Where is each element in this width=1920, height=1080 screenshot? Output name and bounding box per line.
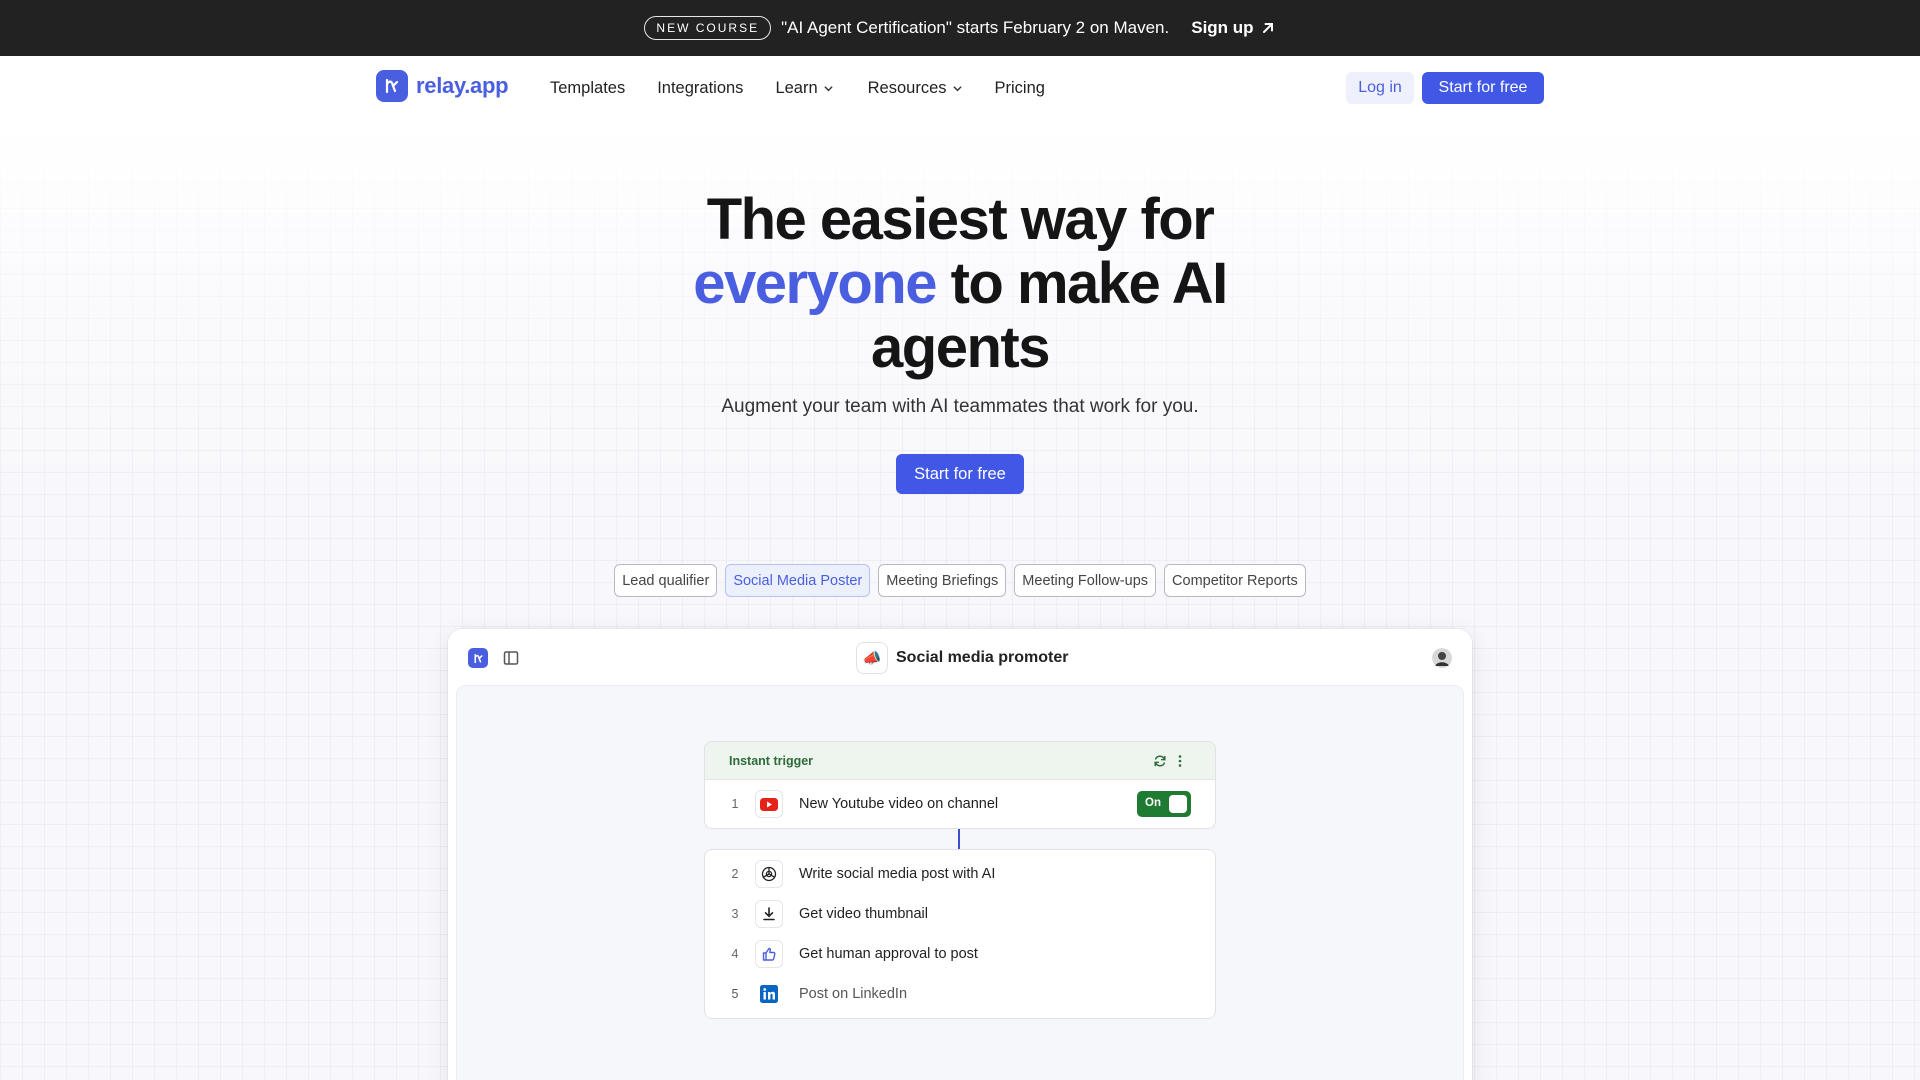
headline-line-2: everyone to make AI [560, 252, 1360, 316]
nav-resources-label: Resources [867, 78, 947, 97]
relay-logo-icon [376, 70, 408, 102]
step-number: 2 [731, 867, 739, 881]
step-number: 4 [731, 947, 739, 961]
step-text: Get video thumbnail [799, 906, 928, 922]
refresh-icon[interactable] [1153, 754, 1167, 768]
nav-learn-label: Learn [775, 78, 818, 97]
step-text: Get human approval to post [799, 946, 978, 962]
start-free-nav-button[interactable]: Start for free [1422, 72, 1544, 104]
nav-learn[interactable]: Learn [775, 79, 833, 98]
nav-integrations-label: Integrations [657, 78, 744, 97]
tab-meeting-briefings[interactable]: Meeting Briefings [878, 564, 1007, 597]
headline-line-1: The easiest way for [706, 187, 1215, 252]
headline-line-3: agents [871, 315, 1050, 380]
login-button[interactable]: Log in [1346, 72, 1414, 104]
step-number: 5 [731, 987, 739, 1001]
nav-templates[interactable]: Templates [550, 79, 625, 98]
thumbs-up-icon [755, 940, 783, 968]
sidebar-toggle-icon[interactable] [502, 649, 520, 667]
headline-line-2-rest: to make AI [935, 251, 1229, 316]
tab-meeting-follow-ups[interactable]: Meeting Follow-ups [1014, 564, 1157, 597]
more-vertical-icon[interactable] [1173, 754, 1187, 768]
nav-pricing[interactable]: Pricing [995, 79, 1045, 98]
start-free-hero-button[interactable]: Start for free [896, 454, 1024, 494]
linkedin-icon [755, 980, 783, 1008]
download-icon [755, 900, 783, 928]
hero-headline: The easiest way for everyone to make AI … [560, 188, 1360, 380]
flow-connector [958, 829, 960, 849]
avatar[interactable] [1432, 648, 1452, 668]
step-text: New Youtube video on channel [799, 796, 999, 812]
workflow-step[interactable]: 3 Get video thumbnail [705, 894, 1215, 934]
nav-pricing-label: Pricing [994, 78, 1045, 97]
announcement-message: "AI Agent Certification" starts February… [781, 18, 1170, 37]
signup-link-label: Sign up [1191, 18, 1254, 37]
use-case-tabs: Lead qualifier Social Media Poster Meeti… [0, 564, 1920, 597]
relay-logo[interactable]: relay.app [376, 70, 509, 102]
trigger-header: Instant trigger [705, 742, 1215, 780]
tab-social-media-poster[interactable]: Social Media Poster [725, 564, 871, 597]
announcement-bar: NEW COURSE "AI Agent Certification" star… [0, 0, 1920, 56]
nav-links: Templates Integrations Learn Resources P… [550, 56, 1045, 120]
step-number: 1 [731, 797, 739, 811]
workflow-step[interactable]: 5 Post on LinkedIn [705, 974, 1215, 1014]
trigger-on-toggle[interactable]: On [1137, 791, 1191, 817]
trigger-label: Instant trigger [729, 753, 814, 768]
nav-templates-label: Templates [550, 78, 626, 97]
megaphone-icon: 📣 [856, 642, 888, 674]
chevron-down-icon [824, 85, 833, 91]
openai-icon [755, 860, 783, 888]
trigger-card: Instant trigger 1 New Youtube video on c… [704, 741, 1216, 829]
nav-resources[interactable]: Resources [868, 79, 963, 98]
workflow-step[interactable]: 4 Get human approval to post [705, 934, 1215, 974]
relay-logo-text: relay.app [416, 73, 509, 98]
new-course-badge: NEW COURSE [644, 16, 772, 40]
step-text: Post on LinkedIn [799, 986, 908, 1002]
signup-link[interactable]: Sign up [1191, 18, 1275, 38]
workflow-step[interactable]: 1 New Youtube video on channel On [705, 780, 1215, 828]
hero-subhead: Augment your team with AI teammates that… [721, 396, 1199, 417]
nav-integrations[interactable]: Integrations [657, 79, 743, 98]
tab-competitor-reports[interactable]: Competitor Reports [1164, 564, 1306, 597]
toggle-knob [1169, 795, 1187, 813]
top-nav: relay.app Templates Integrations Learn R… [0, 56, 1920, 120]
workflow-title-text: Social media promoter [896, 649, 1069, 666]
tab-lead-qualifier[interactable]: Lead qualifier [614, 564, 718, 597]
relay-app-icon[interactable] [468, 648, 488, 668]
step-text: Write social media post with AI [799, 866, 996, 882]
toggle-label: On [1145, 797, 1161, 809]
chevron-down-icon [953, 85, 961, 91]
youtube-icon [755, 790, 783, 818]
workflow-step[interactable]: 2 Write social media post with AI [705, 854, 1215, 894]
step-number: 3 [731, 907, 739, 921]
workflow-title: 📣 Social media promoter [856, 642, 1069, 674]
headline-accent: everyone [693, 251, 937, 316]
arrow-up-right-icon [1262, 23, 1273, 33]
steps-card: 2 Write social media post with AI 3 Get … [704, 849, 1216, 1019]
